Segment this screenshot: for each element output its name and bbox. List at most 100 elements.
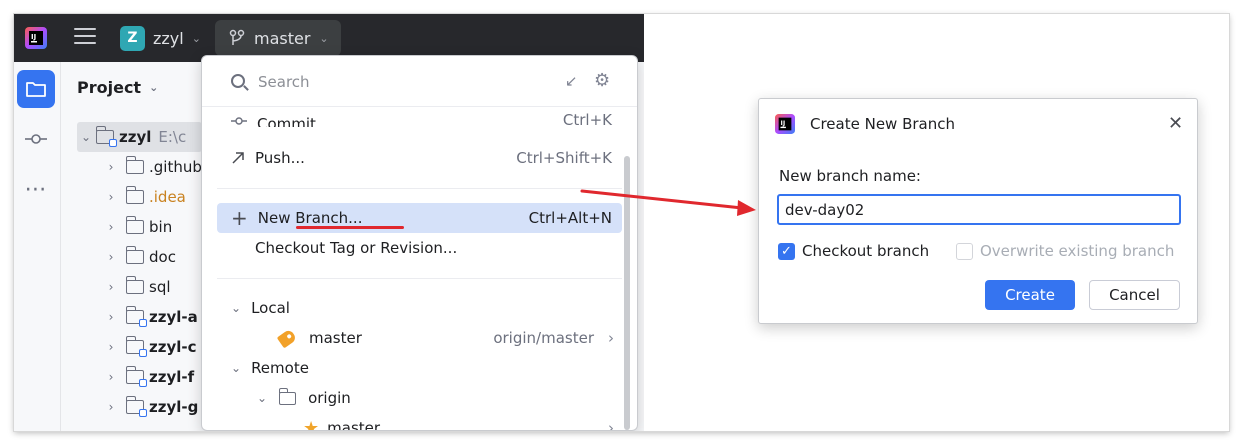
menu-item-label: New Branch...: [257, 209, 363, 227]
tool-window-strip: ⋯: [14, 62, 61, 431]
module-folder-icon: [95, 126, 117, 147]
group-local[interactable]: ⌄ Local: [217, 293, 622, 323]
screenshot-frame: IJ Z zzyl ⌄ master ⌄ ⋯ Project ⌄ ⌄ zzyl …: [14, 14, 1229, 431]
branch-name-label: New branch name:: [779, 167, 921, 185]
module-folder-icon: [125, 306, 147, 327]
chevron-down-icon: ⌄: [149, 81, 159, 94]
star-icon: ★: [303, 417, 320, 431]
svg-text:IJ: IJ: [31, 33, 36, 41]
create-button[interactable]: Create: [985, 280, 1075, 310]
more-icon[interactable]: ⋯: [17, 170, 55, 208]
checkbox-label: Checkout branch: [802, 242, 930, 260]
chevron-right-icon: ›: [108, 220, 114, 234]
menu-item-label: Push...: [255, 149, 305, 167]
chevron-right-icon: ›: [108, 310, 114, 324]
branch-icon: [229, 29, 245, 45]
chevron-down-icon: ⌄: [319, 31, 329, 45]
menu-item-checkout-tag[interactable]: Checkout Tag or Revision...: [217, 233, 622, 263]
remote-origin[interactable]: ⌄ origin: [217, 383, 622, 413]
panel-title[interactable]: Project ⌄: [77, 78, 158, 97]
tracking-branch: origin/master: [493, 329, 594, 347]
plus-icon: +: [231, 206, 248, 230]
project-tool-button[interactable]: [17, 70, 55, 108]
group-remote[interactable]: ⌄ Remote: [217, 353, 622, 383]
vcs-branch-widget[interactable]: master ⌄: [215, 20, 341, 56]
project-name: zzyl: [153, 28, 184, 48]
chevron-right-icon: ›: [108, 280, 114, 294]
menu-item-label: Checkout Tag or Revision...: [255, 239, 458, 257]
menu-item-label: Commit...: [257, 115, 331, 127]
chevron-down-icon: ⌄: [191, 31, 201, 45]
group-label: Local: [251, 299, 290, 317]
chevron-right-icon: ›: [608, 329, 614, 347]
checkbox-checked-icon: ✓: [778, 242, 795, 260]
project-badge: Z: [120, 25, 145, 51]
collapse-icon[interactable]: ↙: [565, 72, 578, 90]
commit-icon: [231, 117, 247, 125]
menu-item-push[interactable]: Push... Ctrl+Shift+K: [217, 143, 622, 173]
chevron-right-icon: ›: [108, 250, 114, 264]
gear-icon[interactable]: ⚙: [594, 70, 610, 91]
menu-item-shortcut: Ctrl+Shift+K: [516, 149, 612, 167]
tree-item-label: zzyl-c: [149, 338, 197, 356]
tree-root-row[interactable]: ⌄ zzyl E:\c: [77, 122, 202, 152]
dialog-title: Create New Branch: [810, 115, 956, 133]
tree-root-label: zzyl: [119, 128, 152, 146]
overwrite-branch-checkbox[interactable]: Overwrite existing branch: [956, 241, 1174, 261]
branch-label: master: [327, 419, 381, 431]
chevron-down-icon: ⌄: [231, 361, 242, 375]
search-input[interactable]: [258, 70, 548, 94]
menu-item-shortcut: Ctrl+K: [562, 113, 612, 127]
project-widget[interactable]: Z zzyl ⌄: [120, 25, 201, 51]
tree-item-label: doc: [149, 248, 176, 266]
chevron-down-icon: ⌄: [257, 391, 268, 405]
git-branches-popup: ↙ ⚙ Commit... Ctrl+K Push... Ctrl+Shift+…: [201, 55, 638, 431]
chevron-right-icon: ›: [108, 160, 114, 174]
chevron-right-icon: ›: [108, 370, 114, 384]
tree-item-label: .github: [149, 158, 202, 176]
commit-tool-button[interactable]: [17, 120, 55, 158]
folder-icon: [278, 387, 297, 405]
create-branch-dialog: IJ Create New Branch ✕ New branch name: …: [758, 98, 1198, 324]
chevron-expanded-icon: ⌄: [80, 130, 92, 144]
folder-icon: [26, 82, 46, 97]
module-folder-icon: [125, 336, 147, 357]
tree-item-label: zzyl-g: [149, 398, 199, 416]
tree-item-label: .idea: [149, 188, 186, 206]
main-menu-icon[interactable]: [74, 27, 96, 48]
folder-icon: [125, 156, 144, 174]
branch-label: master: [309, 329, 362, 347]
checkbox-label: Overwrite existing branch: [980, 242, 1175, 260]
commit-icon: [25, 134, 47, 144]
local-branch-master[interactable]: master origin/master ›: [217, 323, 622, 353]
tag-icon: [276, 328, 298, 348]
folder-icon: [125, 246, 144, 264]
module-folder-icon: [125, 396, 147, 417]
cancel-button[interactable]: Cancel: [1089, 280, 1180, 310]
intellij-logo-icon: IJ: [25, 27, 47, 49]
remote-label: origin: [308, 389, 351, 407]
tree-item-label: bin: [149, 218, 173, 236]
chevron-right-icon: ›: [108, 340, 114, 354]
folder-icon: [125, 276, 144, 294]
menu-item-shortcut: Ctrl+Alt+N: [528, 209, 612, 227]
chevron-right-icon: ›: [108, 190, 114, 204]
chevron-right-icon: ›: [608, 419, 614, 431]
menu-item-commit[interactable]: Commit... Ctrl+K: [217, 113, 622, 127]
menu-separator: [217, 278, 622, 279]
checkout-branch-checkbox[interactable]: ✓ Checkout branch: [778, 241, 929, 261]
folder-icon: [125, 186, 144, 204]
popup-scrollbar[interactable]: [624, 156, 630, 430]
checkbox-unchecked-icon: [956, 242, 973, 260]
annotation-underline: [296, 226, 404, 229]
branch-name: master: [254, 28, 311, 48]
svg-text:IJ: IJ: [780, 120, 785, 127]
tree-item-label: zzyl-f: [149, 368, 195, 386]
close-icon[interactable]: ✕: [1168, 113, 1183, 134]
popup-search-bar: ↙ ⚙: [202, 56, 637, 107]
remote-branch-master[interactable]: ★ master ›: [217, 413, 622, 431]
menu-item-new-branch[interactable]: + New Branch... Ctrl+Alt+N: [217, 203, 622, 233]
branch-name-input[interactable]: [777, 194, 1181, 225]
ide-window: IJ Z zzyl ⌄ master ⌄ ⋯ Project ⌄ ⌄ zzyl …: [14, 14, 644, 431]
tree-root-path: E:\c: [158, 128, 187, 146]
